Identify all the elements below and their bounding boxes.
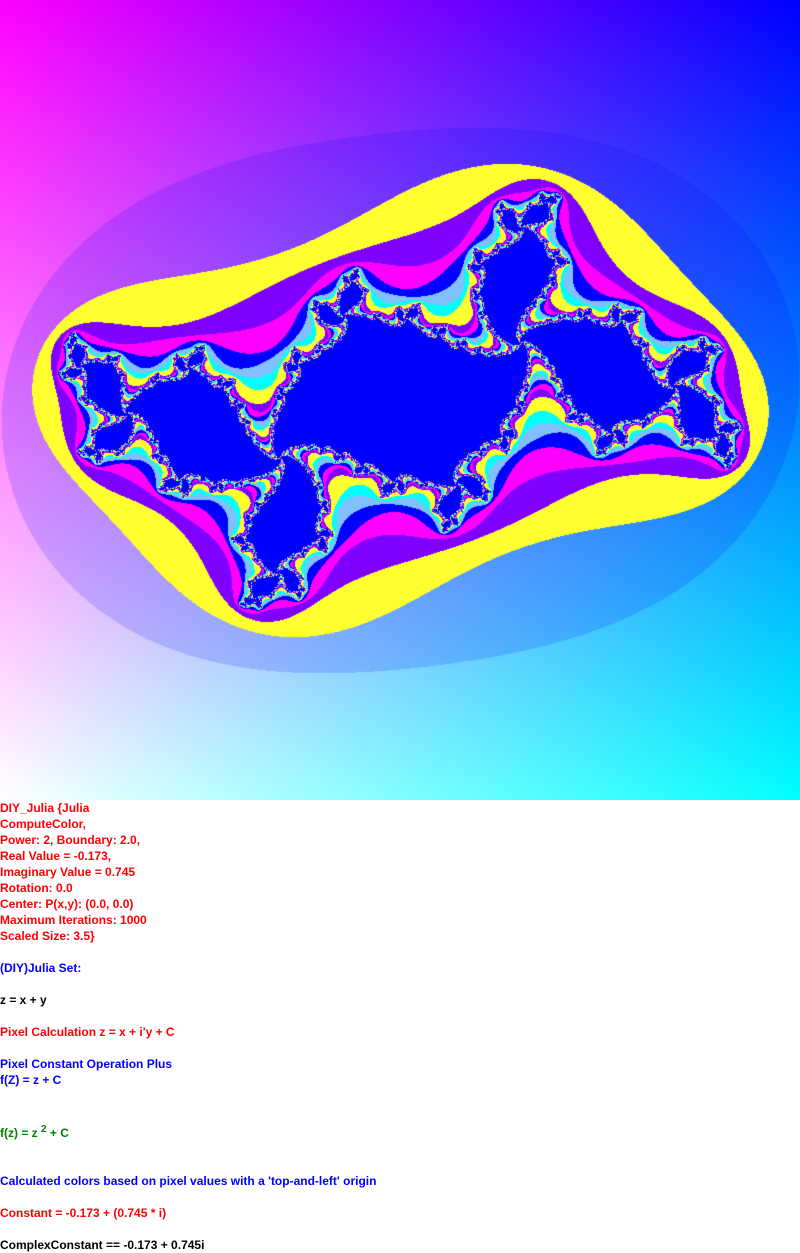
- fz-prefix: f(z) = z: [0, 1126, 41, 1140]
- complex-constant-line: ComplexConstant == -0.173 + 0.745i: [0, 1238, 205, 1252]
- z-equation: z = x + y: [0, 993, 47, 1007]
- julia-fractal-image: [0, 0, 800, 800]
- info-line-center: Center: P(x,y): (0.0, 0.0): [0, 897, 134, 911]
- info-line-real-value: Real Value = -0.173,: [0, 849, 112, 863]
- fZ-equation: f(Z) = z + C: [0, 1073, 62, 1087]
- info-line-scaled-size: Scaled Size: 3.5}: [0, 929, 95, 943]
- julia-set-heading: (DIY)Julia Set:: [0, 961, 82, 975]
- fz-exponent: 2: [41, 1124, 47, 1135]
- info-line-power-boundary: Power: 2, Boundary: 2.0,: [0, 833, 141, 847]
- info-line-rotation: Rotation: 0.0: [0, 881, 73, 895]
- pixel-constant-operation: Pixel Constant Operation Plus: [0, 1057, 173, 1071]
- info-line-imaginary-value: Imaginary Value = 0.745: [0, 865, 136, 879]
- fz-suffix: + C: [46, 1126, 69, 1140]
- julia-fractal-canvas: [0, 0, 800, 800]
- pixel-calculation: Pixel Calculation z = x + i'y + C: [0, 1025, 175, 1039]
- info-line-compute-color: ComputeColor,: [0, 817, 86, 831]
- fz-power-equation: f(z) = z 2 + C: [0, 1124, 69, 1143]
- constant-line: Constant = -0.173 + (0.745 * i): [0, 1206, 167, 1220]
- calculated-colors-note: Calculated colors based on pixel values …: [0, 1174, 377, 1188]
- info-line-max-iterations: Maximum Iterations: 1000: [0, 913, 147, 927]
- info-line-title: DIY_Julia {Julia: [0, 801, 90, 815]
